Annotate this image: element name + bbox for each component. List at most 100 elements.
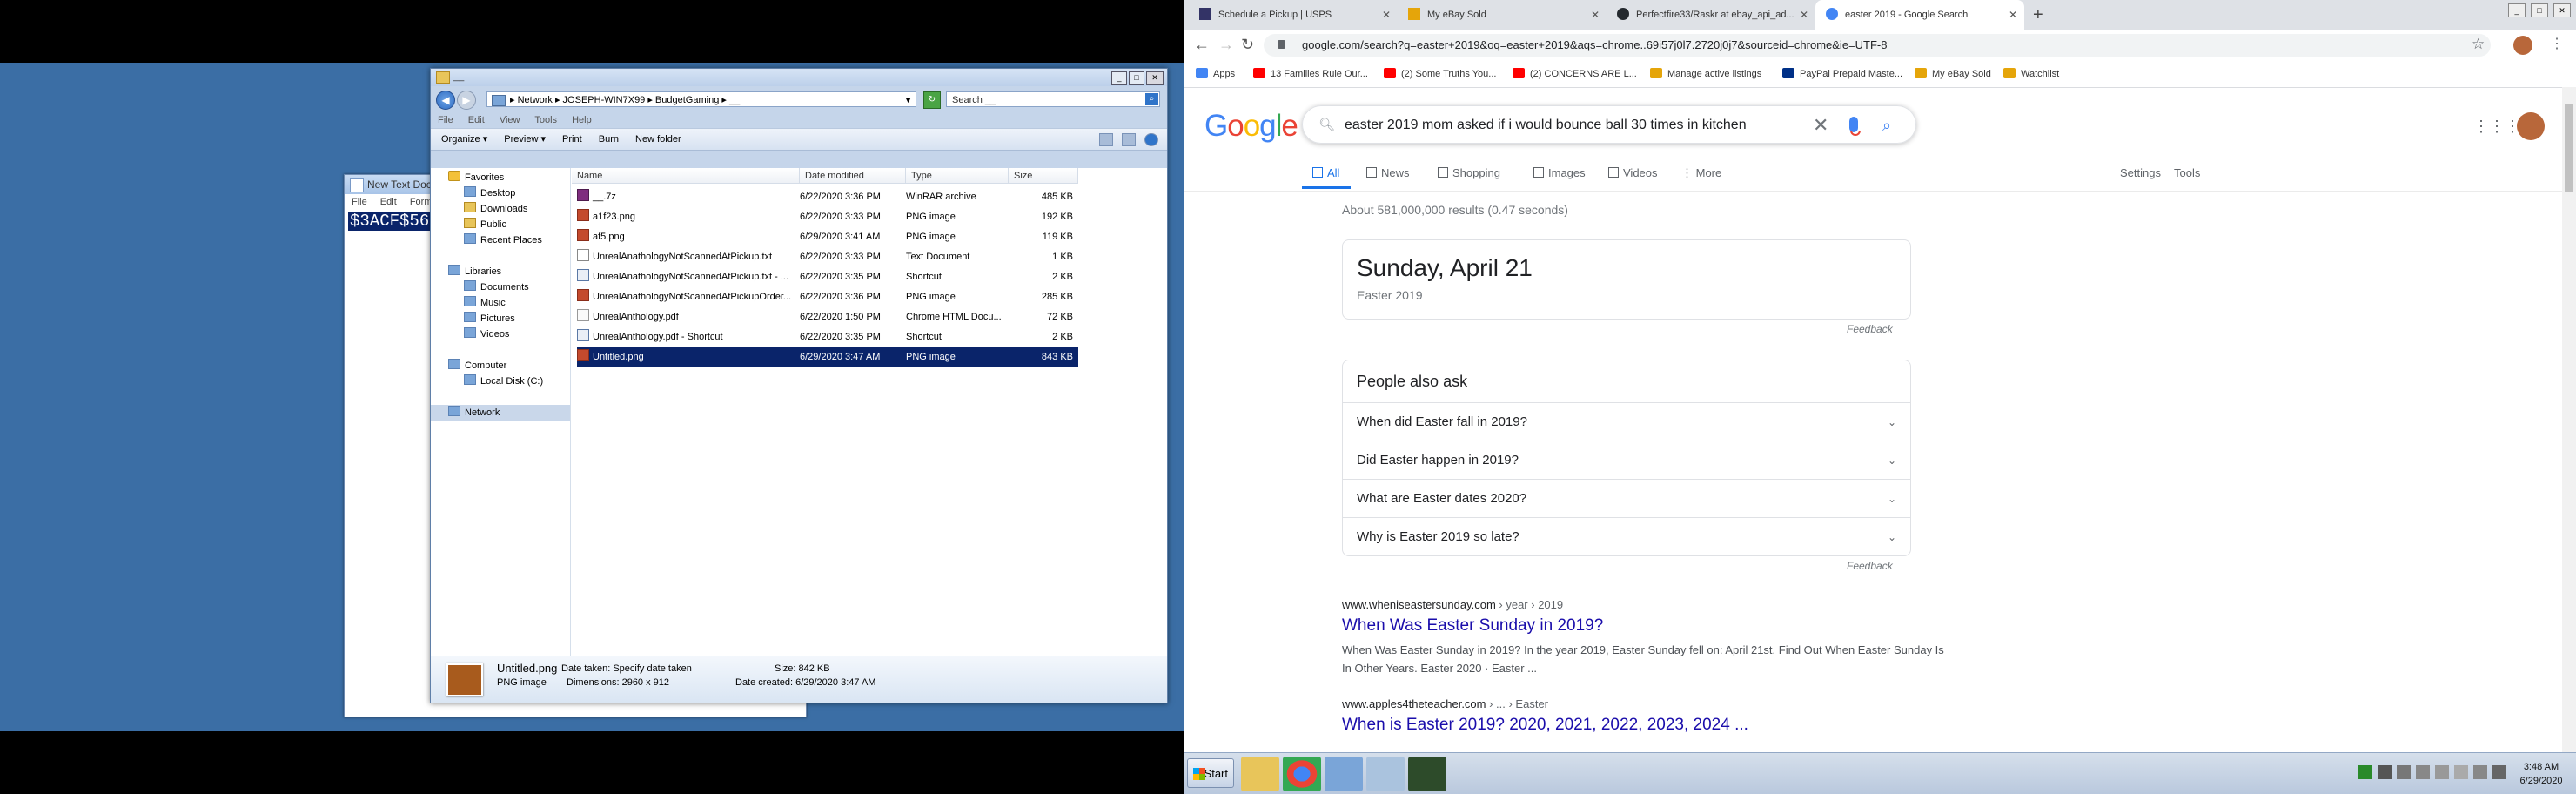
paa-question[interactable]: Why is Easter 2019 so late? ⌄: [1343, 517, 1910, 555]
column-header-date[interactable]: Date modified: [800, 168, 906, 184]
minimize-button[interactable]: _: [1111, 71, 1127, 85]
notepad-menu-file[interactable]: File: [352, 197, 367, 207]
print-button[interactable]: Print: [562, 134, 582, 145]
google-logo[interactable]: Google: [1204, 109, 1298, 144]
tab-github[interactable]: Perfectfire33/Raskr at ebay_api_ad... ✕: [1607, 0, 1815, 30]
bookmark-paypal[interactable]: PayPal Prepaid Maste...: [1782, 61, 1902, 87]
close-icon[interactable]: ✕: [1382, 0, 1391, 30]
bookmark-active-listings[interactable]: Manage active listings: [1650, 61, 1761, 87]
burn-button[interactable]: Burn: [599, 134, 619, 145]
tray-app-icon[interactable]: [2358, 765, 2372, 779]
nav-desktop[interactable]: Desktop: [464, 185, 515, 201]
close-icon[interactable]: ✕: [2009, 0, 2017, 30]
terminal-taskbar-icon[interactable]: [1408, 757, 1446, 791]
bookmark-watchlist[interactable]: Watchlist: [2003, 61, 2059, 87]
back-button[interactable]: ◀: [436, 91, 455, 110]
help-icon[interactable]: [1144, 133, 1158, 146]
menu-help[interactable]: Help: [572, 115, 592, 125]
search-icon[interactable]: ⌕: [1145, 93, 1158, 105]
file-row[interactable]: UnrealAnthology.pdf 6/22/2020 1:50 PM Chro…: [577, 307, 1078, 326]
url-bar[interactable]: google.com/search?q=easter+2019&oq=easte…: [1264, 34, 2491, 57]
nav-network[interactable]: Network: [431, 405, 570, 421]
file-row[interactable]: UnrealAnathologyNotScannedAtPickupOrder.…: [577, 287, 1078, 306]
settings-link[interactable]: Settings: [2120, 166, 2161, 179]
refresh-button[interactable]: ↻: [923, 91, 941, 109]
column-header-type[interactable]: Type: [906, 168, 1009, 184]
tray-app-icon[interactable]: [2473, 765, 2487, 779]
tab-usps[interactable]: Schedule a Pickup | USPS ✕: [1189, 0, 1398, 30]
tab-images[interactable]: Images: [1533, 166, 1586, 179]
nav-downloads[interactable]: Downloads: [464, 201, 527, 217]
result-title-link[interactable]: When is Easter 2019? 2020, 2021, 2022, 2…: [1342, 716, 1951, 735]
close-icon[interactable]: ✕: [1800, 0, 1808, 30]
tray-app-icon[interactable]: [2492, 765, 2506, 779]
page-scrollbar[interactable]: [2562, 87, 2576, 756]
tray-app-icon[interactable]: [2397, 765, 2411, 779]
tab-more[interactable]: ⋮ More: [1681, 166, 1721, 180]
menu-tools[interactable]: Tools: [534, 115, 557, 125]
tray-app-icon[interactable]: [2435, 765, 2449, 779]
maximize-button[interactable]: □: [1129, 71, 1144, 85]
preview-pane-icon[interactable]: [1122, 133, 1136, 146]
result-url[interactable]: www.wheniseastersunday.com › year › 2019: [1342, 598, 1951, 611]
bookmark-apps[interactable]: Apps: [1196, 61, 1235, 87]
bookmark-youtube-3[interactable]: (2) CONCERNS ARE L...: [1513, 61, 1637, 87]
close-button[interactable]: ✕: [2553, 3, 2571, 17]
file-row[interactable]: Untitled.png 6/29/2020 3:47 AM PNG image 84…: [577, 347, 1078, 367]
tab-news[interactable]: News: [1366, 166, 1410, 179]
nav-computer[interactable]: Computer: [448, 358, 506, 373]
result-title-link[interactable]: When Was Easter Sunday in 2019?: [1342, 616, 1951, 636]
nav-libraries[interactable]: Libraries: [448, 264, 501, 279]
address-bar[interactable]: ▸ Network ▸ JOSEPH-WIN7X99 ▸ BudgetGamin…: [486, 91, 916, 107]
file-explorer-taskbar-icon[interactable]: [1241, 757, 1279, 791]
tab-google-search[interactable]: easter 2019 - Google Search ✕: [1815, 0, 2024, 30]
kebab-menu-icon[interactable]: ⋮: [2550, 35, 2564, 52]
network-tray-icon[interactable]: [2416, 765, 2430, 779]
google-apps-icon[interactable]: ⋮⋮⋮: [2473, 118, 2520, 136]
chrome-taskbar-icon[interactable]: [1283, 757, 1321, 791]
google-search-input[interactable]: 🔍︎ easter 2019 mom asked if i would boun…: [1302, 105, 1916, 144]
tab-all[interactable]: All: [1312, 166, 1339, 179]
close-icon[interactable]: ✕: [1591, 0, 1600, 30]
file-row[interactable]: af5.png 6/29/2020 3:41 AM PNG image 119 KB: [577, 227, 1078, 246]
clear-icon[interactable]: ✕: [1813, 106, 1828, 145]
maximize-button[interactable]: □: [2531, 3, 2548, 17]
search-input[interactable]: Search __ ⌕: [946, 91, 1160, 107]
minimize-button[interactable]: _: [2508, 3, 2526, 17]
column-header-size[interactable]: Size: [1009, 168, 1078, 184]
nav-public[interactable]: Public: [464, 217, 506, 232]
file-row[interactable]: UnrealAnathologyNotScannedAtPickup.txt -…: [577, 267, 1078, 286]
profile-avatar[interactable]: [2513, 36, 2532, 55]
feedback-link[interactable]: Feedback: [1847, 560, 1893, 572]
new-folder-button[interactable]: New folder: [635, 134, 681, 145]
reload-icon[interactable]: ↻: [1241, 36, 1254, 54]
volume-icon[interactable]: [2454, 765, 2468, 779]
account-avatar[interactable]: [2517, 112, 2545, 140]
bookmark-star-icon[interactable]: ☆: [2472, 36, 2485, 53]
nav-music[interactable]: Music: [464, 295, 506, 311]
bookmark-youtube-1[interactable]: 13 Families Rule Our...: [1253, 61, 1368, 87]
forward-arrow-icon[interactable]: →: [1218, 36, 1234, 54]
paa-question[interactable]: When did Easter fall in 2019? ⌄: [1343, 402, 1910, 441]
organize-button[interactable]: Organize ▾: [441, 134, 487, 145]
new-tab-button[interactable]: +: [2033, 0, 2043, 30]
forward-button[interactable]: ▶: [457, 91, 476, 110]
start-button[interactable]: Start: [1187, 758, 1234, 788]
bookmark-youtube-2[interactable]: (2) Some Truths You...: [1384, 61, 1496, 87]
search-button[interactable]: ⌕: [1882, 106, 1891, 145]
file-row[interactable]: __.7z 6/22/2020 3:36 PM WinRAR archive 485 …: [577, 187, 1078, 206]
paa-question[interactable]: Did Easter happen in 2019? ⌄: [1343, 441, 1910, 479]
result-url[interactable]: www.apples4theteacher.com › ... › Easter: [1342, 697, 1951, 710]
file-row[interactable]: UnrealAnthology.pdf - Shortcut 6/22/2020 …: [577, 327, 1078, 347]
clock[interactable]: 3:48 AM 6/29/2020: [2506, 760, 2576, 788]
menu-edit[interactable]: Edit: [468, 115, 485, 125]
nav-favorites[interactable]: Favorites: [448, 170, 504, 185]
tab-shopping[interactable]: Shopping: [1438, 166, 1500, 179]
tools-link[interactable]: Tools: [2174, 166, 2200, 179]
menu-file[interactable]: File: [438, 115, 453, 125]
close-button[interactable]: ✕: [1146, 71, 1164, 85]
nav-pictures[interactable]: Pictures: [464, 311, 515, 326]
column-header-name[interactable]: Name: [572, 168, 800, 184]
explorer-window[interactable]: __ _ □ ✕ ◀ ▶ ▸ Network ▸ JOSEPH-WIN7X99 …: [430, 68, 1168, 703]
tray-app-icon[interactable]: [2378, 765, 2392, 779]
